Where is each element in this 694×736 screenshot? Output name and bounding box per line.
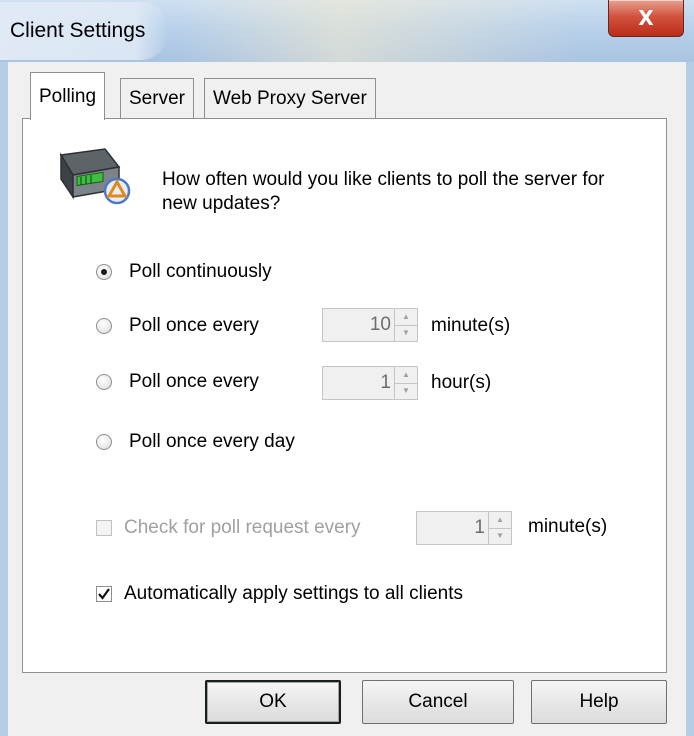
help-button-label: Help [579,691,619,712]
tab-polling[interactable]: Polling [30,72,106,120]
minutes-down-icon[interactable]: ▼ [395,326,417,342]
option-poll-hours[interactable]: Poll once every [96,370,259,394]
poll-request-value: 1 [474,517,485,538]
window-title: Client Settings [0,2,170,60]
help-button[interactable]: Help [531,680,667,724]
option-poll-minutes-label: Poll once every [129,315,259,336]
hours-up-icon[interactable]: ▲ [395,367,417,384]
option-poll-continuously-label: Poll continuously [129,261,272,282]
check-poll-request-checkbox[interactable] [96,520,112,536]
title-bar-glass [180,0,580,62]
hours-unit-label: hour(s) [431,372,492,393]
hours-value: 1 [380,372,391,393]
option-poll-minutes[interactable]: Poll once every [96,314,259,338]
minutes-value: 10 [369,314,391,335]
window-frame-left [0,62,8,736]
poll-request-stepper[interactable]: 1 ▲ ▼ [416,511,512,545]
tab-web-proxy-server[interactable]: Web Proxy Server [204,78,376,118]
auto-apply-label: Automatically apply settings to all clie… [124,583,463,604]
ok-button-label: OK [259,691,287,712]
ok-button[interactable]: OK [205,680,341,724]
auto-apply-checkbox[interactable] [96,586,112,602]
radio-poll-minutes[interactable] [96,318,112,334]
window-frame-right [686,62,694,736]
tab-server[interactable]: Server [120,78,194,118]
auto-apply-setting[interactable]: Automatically apply settings to all clie… [96,582,463,606]
polling-question: How often would you like clients to poll… [162,169,605,214]
tab-polling-label: Polling [39,86,97,107]
checkmark-icon [98,588,110,600]
close-icon: X [638,6,654,30]
minutes-unit-label: minute(s) [431,315,511,336]
poll-request-unit-label: minute(s) [528,516,608,537]
title-bar[interactable]: Client Settings X [0,0,694,62]
hours-stepper[interactable]: 1 ▲ ▼ [322,366,418,400]
cancel-button-label: Cancel [408,691,468,712]
cancel-button[interactable]: Cancel [362,680,514,724]
tab-server-label: Server [129,88,185,109]
poll-request-up-icon[interactable]: ▲ [489,512,511,529]
radio-poll-hours[interactable] [96,374,112,390]
check-poll-request-label: Check for poll request every [124,517,361,538]
tab-web-proxy-server-label: Web Proxy Server [213,88,367,109]
minutes-stepper[interactable]: 10 ▲ ▼ [322,308,418,342]
minutes-up-icon[interactable]: ▲ [395,309,417,326]
option-poll-hours-label: Poll once every [129,371,259,392]
hours-down-icon[interactable]: ▼ [395,384,417,400]
server-icon [55,145,135,207]
option-poll-continuously[interactable]: Poll continuously [96,260,272,284]
check-poll-request[interactable]: Check for poll request every [96,516,361,540]
radio-poll-continuously[interactable] [96,264,112,280]
poll-request-down-icon[interactable]: ▼ [489,529,511,545]
close-button[interactable]: X [608,0,684,37]
option-poll-daily[interactable]: Poll once every day [96,430,295,454]
radio-poll-daily[interactable] [96,434,112,450]
option-poll-daily-label: Poll once every day [129,431,295,452]
